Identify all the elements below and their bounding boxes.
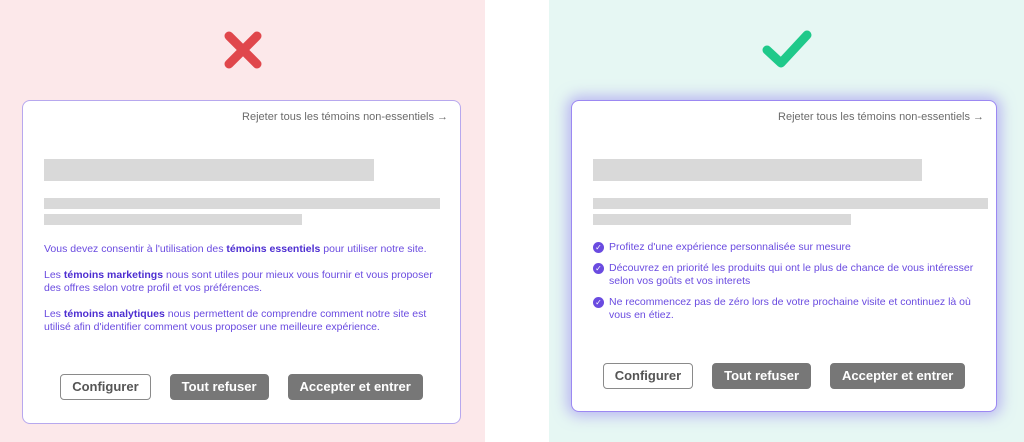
configure-button[interactable]: Configurer [60,374,151,400]
text-placeholder-line [44,214,302,225]
cookie-explanation: Vous devez consentir à l'utilisation des… [44,243,442,347]
cookie-consent-dialog: Rejeter tous les témoins non-essentiels →… [22,100,461,424]
cookie-consent-dialog: Rejeter tous les témoins non-essentiels →… [571,100,997,412]
reject-non-essential-link[interactable]: Rejeter tous les témoins non-essentiels → [778,111,984,123]
text-placeholder-line [593,198,988,209]
configure-button[interactable]: Configurer [602,363,694,389]
arrow-right-icon: → [973,111,984,123]
refuse-all-button[interactable]: Tout refuser [712,363,812,389]
dialog-actions: Configurer Tout refuser Accepter et entr… [572,363,996,389]
reject-link-label: Rejeter tous les témoins non-essentiels [242,111,434,123]
arrow-right-icon: → [437,111,448,123]
reject-link-label: Rejeter tous les témoins non-essentiels [778,111,970,123]
accept-button[interactable]: Accepter et entrer [830,363,966,389]
benefit-list: ✓ Profitez d'une expérience personnalisée… [593,241,980,330]
check-circle-icon: ✓ [593,242,604,253]
list-item: ✓ Découvrez en priorité les produits qui … [593,262,980,288]
check-circle-icon: ✓ [593,263,604,274]
checkmark-icon [762,30,811,68]
refuse-all-button[interactable]: Tout refuser [169,374,269,400]
paragraph-analytics: Les témoins analytiques nous permettent … [44,308,427,333]
reject-non-essential-link[interactable]: Rejeter tous les témoins non-essentiels → [242,111,448,123]
dialog-actions: Configurer Tout refuser Accepter et entr… [23,374,460,400]
cross-icon [224,31,261,69]
bad-example-panel: Rejeter tous les témoins non-essentiels →… [0,0,485,442]
title-placeholder [593,159,922,181]
list-item: ✓ Ne recommencez pas de zéro lors de votr… [593,296,980,322]
paragraph-essential: Vous devez consentir à l'utilisation des… [44,243,427,255]
check-circle-icon: ✓ [593,297,604,308]
title-placeholder [44,159,374,181]
good-example-panel: Rejeter tous les témoins non-essentiels →… [549,0,1024,442]
paragraph-marketing: Les témoins marketings nous sont utiles … [44,269,433,294]
list-item: ✓ Profitez d'une expérience personnalisée… [593,241,980,254]
text-placeholder-line [44,198,440,209]
accept-button[interactable]: Accepter et entrer [287,374,423,400]
text-placeholder-line [593,214,851,225]
